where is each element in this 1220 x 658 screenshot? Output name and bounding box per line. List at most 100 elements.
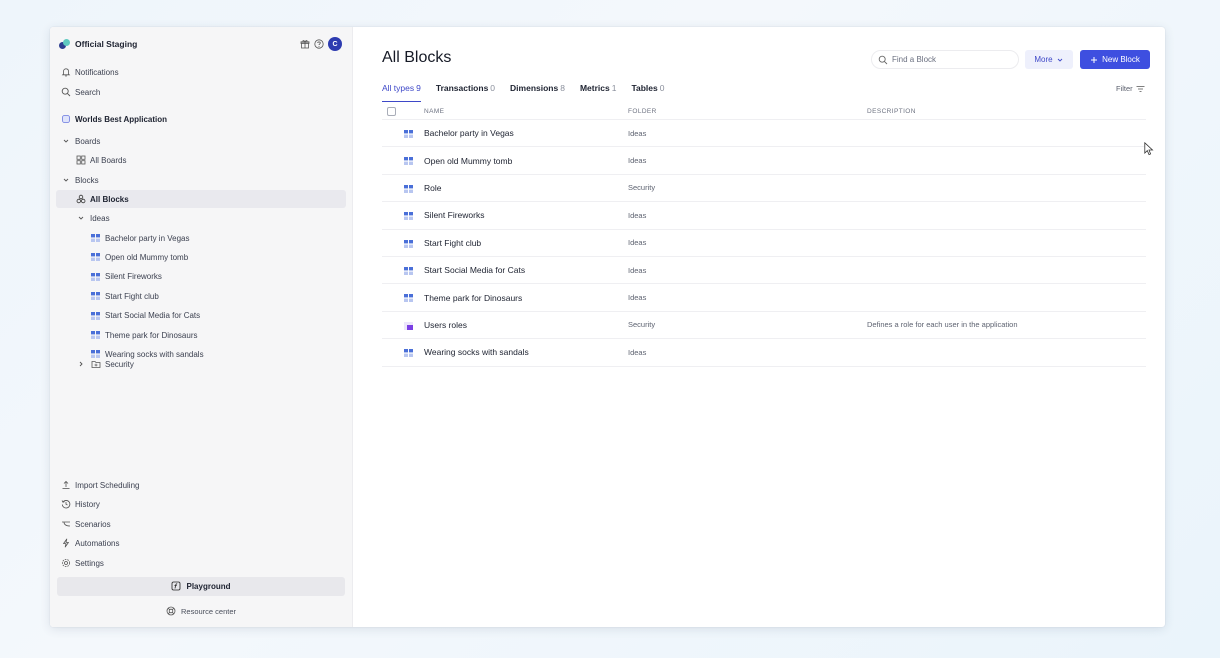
tab-label: Metrics bbox=[579, 83, 610, 93]
block-search-input[interactable] bbox=[892, 55, 1002, 64]
tab-transactions[interactable]: Transactions 0 bbox=[436, 83, 495, 101]
row-folder: Ideas bbox=[628, 293, 647, 303]
row-name: Users roles bbox=[424, 319, 467, 330]
workspace-logo-icon bbox=[59, 38, 70, 50]
sidebar-item-import-scheduling[interactable]: Import Scheduling bbox=[56, 476, 346, 494]
dimension-block-icon bbox=[90, 233, 101, 244]
row-folder: Ideas bbox=[628, 347, 647, 357]
row-name: Wearing socks with sandals bbox=[424, 347, 529, 358]
sidebar-item-settings[interactable]: Settings bbox=[56, 554, 346, 572]
page-title: All Blocks bbox=[382, 49, 452, 66]
playground-button[interactable]: Playground bbox=[57, 577, 345, 596]
row-name: Role bbox=[424, 182, 442, 193]
sidebar-folder-security[interactable]: Security bbox=[56, 355, 346, 373]
blocks-icon bbox=[75, 194, 86, 205]
table-row[interactable]: Start Fight club Ideas bbox=[382, 230, 1146, 257]
new-block-button[interactable]: New Block bbox=[1080, 50, 1150, 69]
tab-count: 9 bbox=[416, 83, 421, 93]
table-row[interactable]: Bachelor party in Vegas Ideas bbox=[382, 120, 1146, 148]
sidebar-block-item[interactable]: Theme park for Dinosaurs bbox=[56, 326, 346, 344]
table-row[interactable]: Open old Mummy tomb Ideas bbox=[382, 147, 1146, 175]
row-name: Open old Mummy tomb bbox=[424, 155, 513, 166]
table-row[interactable]: Users roles Security Defines a role for ea… bbox=[382, 312, 1146, 340]
row-name: Bachelor party in Vegas bbox=[424, 128, 514, 139]
search-icon bbox=[878, 55, 888, 65]
row-name: Silent Fireworks bbox=[424, 210, 485, 221]
sidebar-block-item[interactable]: Bachelor party in Vegas bbox=[56, 229, 346, 247]
tab-label: Tables bbox=[631, 83, 658, 93]
column-header-name[interactable]: NAME bbox=[424, 108, 444, 115]
sidebar-item-label: Theme park for Dinosaurs bbox=[105, 330, 198, 340]
sidebar-item-scenarios[interactable]: Scenarios bbox=[56, 515, 346, 533]
row-folder: Security bbox=[628, 183, 656, 193]
sidebar: Official Staging C Notifications Search bbox=[50, 27, 353, 627]
app-window: Official Staging C Notifications Search bbox=[50, 27, 1165, 627]
dimension-block-icon bbox=[404, 239, 413, 250]
more-button[interactable]: More bbox=[1025, 50, 1073, 69]
sidebar-item-label: Settings bbox=[75, 558, 104, 568]
select-all-checkbox[interactable] bbox=[387, 106, 396, 116]
type-tabs: All types 9 Transactions 0 Dimensions 8 Met… bbox=[382, 83, 679, 102]
filter-icon bbox=[1136, 85, 1145, 93]
tab-dimensions[interactable]: Dimensions 8 bbox=[510, 83, 565, 101]
sidebar-item-boards[interactable]: Boards bbox=[56, 132, 346, 150]
sidebar-folder-ideas[interactable]: Ideas bbox=[56, 209, 346, 227]
column-header-folder[interactable]: FOLDER bbox=[628, 108, 657, 115]
sidebar-item-all-boards[interactable]: All Boards bbox=[56, 151, 346, 169]
sidebar-block-item[interactable]: Start Fight club bbox=[56, 287, 346, 305]
table-row[interactable]: Silent Fireworks Ideas bbox=[382, 202, 1146, 230]
sidebar-item-application[interactable]: Worlds Best Application bbox=[56, 110, 346, 128]
row-folder: Ideas bbox=[628, 210, 647, 220]
lightning-icon bbox=[60, 538, 71, 549]
resource-center-label: Resource center bbox=[180, 606, 237, 616]
tab-label: All types bbox=[382, 83, 415, 93]
tab-label: Dimensions bbox=[510, 83, 559, 93]
row-folder: Ideas bbox=[628, 128, 647, 138]
tab-tables[interactable]: Tables 0 bbox=[631, 83, 664, 101]
sidebar-item-automations[interactable]: Automations bbox=[56, 534, 346, 552]
dimension-block-icon bbox=[90, 252, 101, 263]
sidebar-block-item[interactable]: Silent Fireworks bbox=[56, 268, 346, 286]
block-search-box[interactable] bbox=[871, 50, 1019, 69]
column-header-description[interactable]: DESCRIPTION bbox=[867, 108, 916, 115]
bell-icon bbox=[60, 67, 71, 78]
user-avatar[interactable]: C bbox=[328, 37, 342, 51]
sidebar-item-label: Silent Fireworks bbox=[105, 272, 162, 282]
tab-metrics[interactable]: Metrics 1 bbox=[580, 83, 617, 101]
sidebar-item-label: All Boards bbox=[90, 155, 127, 165]
sidebar-item-search[interactable]: Search bbox=[56, 83, 346, 101]
sidebar-item-history[interactable]: History bbox=[56, 495, 346, 513]
table-row[interactable]: Role Security bbox=[382, 175, 1146, 203]
metric-block-icon bbox=[404, 321, 413, 332]
workspace-header[interactable]: Official Staging C bbox=[59, 37, 342, 51]
sidebar-item-label: Ideas bbox=[90, 213, 110, 223]
tab-count: 1 bbox=[611, 83, 617, 93]
history-icon bbox=[60, 499, 71, 510]
table-row[interactable]: Wearing socks with sandals Ideas bbox=[382, 339, 1146, 367]
chevron-down-icon bbox=[60, 136, 71, 147]
scenarios-icon bbox=[60, 519, 71, 530]
chevron-right-icon bbox=[75, 359, 86, 370]
sidebar-item-label: Bachelor party in Vegas bbox=[105, 233, 190, 243]
gift-icon[interactable] bbox=[300, 39, 310, 49]
resource-center-link[interactable]: Resource center bbox=[50, 605, 352, 617]
filter-button[interactable]: Filter bbox=[1116, 84, 1145, 93]
sidebar-item-label: Worlds Best Application bbox=[75, 114, 168, 124]
sidebar-block-item[interactable]: Start Social Media for Cats bbox=[56, 307, 346, 325]
gear-icon bbox=[60, 558, 71, 569]
sidebar-item-label: Security bbox=[105, 359, 134, 369]
help-icon[interactable] bbox=[314, 39, 324, 49]
sidebar-item-all-blocks[interactable]: All Blocks bbox=[56, 190, 346, 208]
row-name: Theme park for Dinosaurs bbox=[424, 292, 523, 303]
row-folder: Ideas bbox=[628, 238, 647, 248]
table-row[interactable]: Start Social Media for Cats Ideas bbox=[382, 257, 1146, 285]
sidebar-block-item[interactable]: Open old Mummy tomb bbox=[56, 248, 346, 266]
dimension-block-icon bbox=[404, 266, 413, 277]
table-row[interactable]: Theme park for Dinosaurs Ideas bbox=[382, 284, 1146, 312]
tab-all-types[interactable]: All types 9 bbox=[382, 83, 421, 102]
sidebar-item-blocks[interactable]: Blocks bbox=[56, 171, 346, 189]
dimension-block-icon bbox=[404, 130, 413, 140]
dimension-block-icon bbox=[90, 310, 101, 321]
dimension-block-icon bbox=[404, 349, 413, 359]
sidebar-item-notifications[interactable]: Notifications bbox=[56, 63, 346, 81]
